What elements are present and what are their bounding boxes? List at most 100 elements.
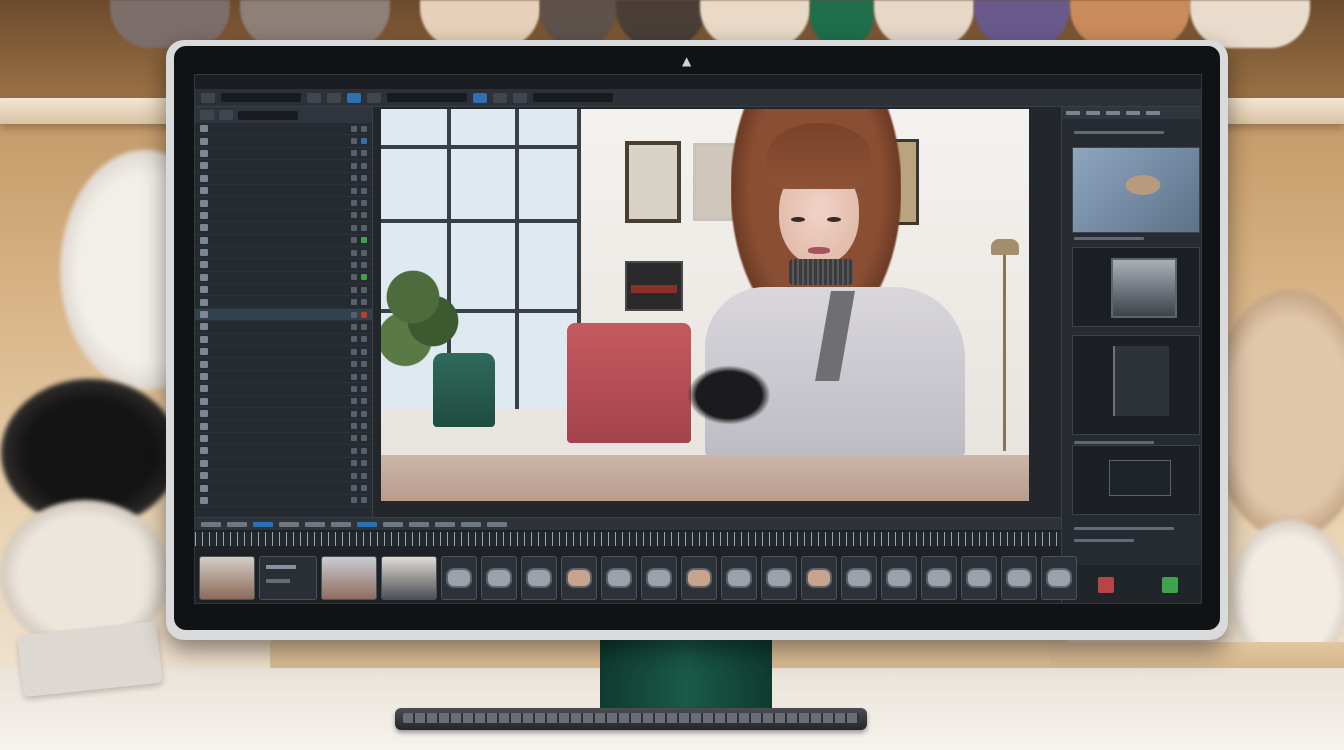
layer-toggle[interactable] xyxy=(351,323,357,330)
layer-toggle[interactable] xyxy=(361,187,367,194)
layer-toggle[interactable] xyxy=(351,175,357,182)
toolbar-button[interactable] xyxy=(307,92,321,103)
layer-toggle[interactable] xyxy=(361,423,367,430)
timeline-clip[interactable] xyxy=(721,556,757,600)
layer-toggle[interactable] xyxy=(361,299,367,306)
layer-toggle[interactable] xyxy=(351,435,357,442)
layer-toggle[interactable] xyxy=(361,200,367,207)
timeline-clip-info[interactable] xyxy=(259,556,317,600)
side-panel-tabs[interactable] xyxy=(1062,107,1201,119)
layer-row[interactable] xyxy=(195,272,372,285)
layer-toggle[interactable] xyxy=(351,373,357,380)
layer-toggle[interactable] xyxy=(361,311,367,318)
layer-row[interactable] xyxy=(195,296,372,309)
toolbar-button[interactable] xyxy=(327,92,341,103)
panel-button[interactable] xyxy=(219,110,233,120)
layer-row[interactable] xyxy=(195,445,372,458)
layer-toggle[interactable] xyxy=(351,485,357,492)
layer-row[interactable] xyxy=(195,358,372,371)
timeline-clip[interactable] xyxy=(1001,556,1037,600)
layer-row[interactable] xyxy=(195,148,372,161)
layer-toggle[interactable] xyxy=(361,237,367,244)
toolbar-field[interactable] xyxy=(221,93,301,102)
layer-toggle[interactable] xyxy=(351,249,357,256)
timeline-clip[interactable] xyxy=(481,556,517,600)
layer-row[interactable] xyxy=(195,433,372,446)
layer-toggle[interactable] xyxy=(361,323,367,330)
layer-row[interactable] xyxy=(195,235,372,247)
layer-row[interactable] xyxy=(195,197,372,210)
layer-toggle[interactable] xyxy=(361,162,367,169)
layer-toggle[interactable] xyxy=(361,385,367,392)
panel-search-field[interactable] xyxy=(238,110,298,120)
layer-toggle[interactable] xyxy=(361,274,367,281)
layer-toggle[interactable] xyxy=(351,286,357,293)
layer-toggle[interactable] xyxy=(351,423,357,430)
timeline-clip[interactable] xyxy=(761,556,797,600)
reference-thumbnail[interactable] xyxy=(1072,335,1200,435)
toolbar-button-active[interactable] xyxy=(473,92,487,103)
timeline-clip-thumbnail[interactable] xyxy=(199,556,255,600)
layer-row[interactable] xyxy=(195,334,372,347)
layer-toggle[interactable] xyxy=(351,150,357,157)
layer-toggle[interactable] xyxy=(361,447,367,454)
toolbar-button[interactable] xyxy=(513,92,527,103)
layer-toggle[interactable] xyxy=(361,348,367,355)
timeline-clip[interactable] xyxy=(681,556,717,600)
layer-row[interactable] xyxy=(195,284,372,297)
layer-row[interactable] xyxy=(195,210,372,223)
layer-row[interactable] xyxy=(195,222,372,235)
layer-toggle[interactable] xyxy=(351,162,357,169)
timeline-ruler[interactable] xyxy=(195,532,1061,546)
layer-toggle[interactable] xyxy=(361,249,367,256)
toolbar-button[interactable] xyxy=(201,92,215,103)
layer-toggle[interactable] xyxy=(361,138,367,145)
layer-row[interactable] xyxy=(195,173,372,185)
layer-toggle[interactable] xyxy=(351,410,357,417)
layer-row[interactable] xyxy=(195,247,372,260)
layer-row[interactable] xyxy=(195,458,372,470)
layer-row[interactable] xyxy=(195,135,372,148)
layer-toggle[interactable] xyxy=(361,336,367,343)
timeline-clip[interactable] xyxy=(441,556,477,600)
layer-toggle[interactable] xyxy=(351,361,357,368)
layer-row[interactable] xyxy=(195,185,372,198)
reference-thumbnail[interactable] xyxy=(1072,445,1200,515)
layer-toggle[interactable] xyxy=(351,261,357,268)
layer-row[interactable] xyxy=(195,321,372,334)
layer-toggle[interactable] xyxy=(351,497,357,504)
timeline-clip[interactable] xyxy=(641,556,677,600)
layer-toggle[interactable] xyxy=(361,212,367,219)
layer-row[interactable] xyxy=(195,470,372,483)
timeline-clip[interactable] xyxy=(561,556,597,600)
layer-toggle[interactable] xyxy=(351,224,357,231)
timeline-clip[interactable] xyxy=(1041,556,1077,600)
layer-toggle[interactable] xyxy=(361,286,367,293)
layer-row[interactable] xyxy=(195,160,372,173)
preview-viewer[interactable] xyxy=(381,109,1029,501)
layer-row[interactable] xyxy=(195,259,372,272)
layer-row[interactable] xyxy=(195,383,372,396)
timeline-clip[interactable] xyxy=(881,556,917,600)
layer-row[interactable] xyxy=(195,420,372,433)
timeline-clip-thumbnail[interactable] xyxy=(381,556,437,600)
timeline-clip[interactable] xyxy=(961,556,997,600)
timeline-clip[interactable] xyxy=(601,556,637,600)
layer-row[interactable] xyxy=(195,495,372,508)
layer-toggle[interactable] xyxy=(361,125,367,132)
layer-toggle[interactable] xyxy=(361,361,367,368)
layer-toggle[interactable] xyxy=(351,472,357,479)
layer-toggle[interactable] xyxy=(351,311,357,318)
layer-toggle[interactable] xyxy=(351,336,357,343)
timeline-clip[interactable] xyxy=(841,556,877,600)
layer-row[interactable] xyxy=(195,396,372,408)
layer-toggle[interactable] xyxy=(351,385,357,392)
toolbar-field[interactable] xyxy=(387,93,467,102)
layer-row[interactable] xyxy=(195,308,372,322)
reference-thumbnail[interactable] xyxy=(1072,147,1200,233)
layer-toggle[interactable] xyxy=(351,274,357,281)
layer-row[interactable] xyxy=(195,346,372,359)
layer-toggle[interactable] xyxy=(351,187,357,194)
layer-toggle[interactable] xyxy=(361,261,367,268)
layer-toggle[interactable] xyxy=(361,460,367,467)
